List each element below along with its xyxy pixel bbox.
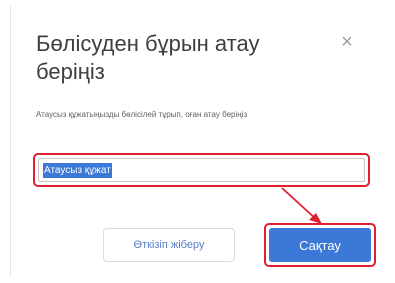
dialog-title: Бөлісуден бұрын атау беріңіз: [36, 31, 260, 84]
name-before-share-dialog: Бөлісуден бұрын атау беріңіз × Атаусыз қ…: [0, 0, 395, 283]
dialog-edge: [10, 6, 11, 276]
close-icon[interactable]: ×: [335, 30, 359, 54]
document-name-input[interactable]: Атаусыз құжат: [38, 158, 365, 182]
document-name-value: Атаусыз құжат: [43, 162, 112, 178]
save-button[interactable]: Сақтау: [269, 228, 371, 262]
skip-button[interactable]: Өткізіп жіберу: [103, 228, 235, 262]
input-highlight-outline: Атаусыз құжат: [33, 153, 370, 187]
dialog-description: Атаусыз құжатыңызды бөлісілей тұрып, оға…: [36, 110, 248, 119]
arrow-line: [281, 187, 318, 221]
